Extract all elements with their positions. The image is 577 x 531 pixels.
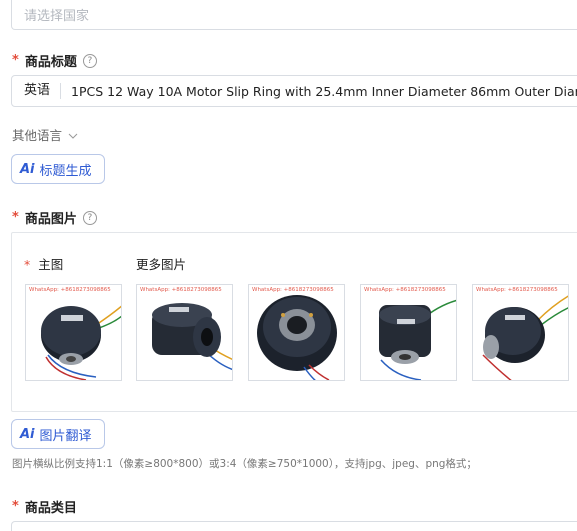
watermark: WhatsApp: +8618273098865: [476, 287, 558, 293]
required-mark: *: [24, 257, 31, 272]
ai-title-generate-label: 标题生成: [39, 163, 92, 179]
country-select-placeholder: 请选择国家: [24, 9, 90, 24]
title-label: 商品标题: [24, 55, 77, 70]
watermark: WhatsApp: +8618273098865: [252, 287, 334, 293]
help-icon[interactable]: ?: [82, 210, 97, 225]
more-image-thumbnail-1[interactable]: WhatsApp: +8618273098865: [136, 284, 233, 381]
more-image-thumbnail-2[interactable]: WhatsApp: +8618273098865: [248, 284, 345, 381]
ai-icon: Ai: [20, 426, 35, 442]
slip-ring-image: [482, 295, 568, 380]
country-select[interactable]: 请选择国家: [11, 0, 577, 30]
main-image-thumbnail[interactable]: WhatsApp: +8618273098865: [25, 284, 122, 381]
more-image-thumbnail-3[interactable]: WhatsApp: +8618273098865: [360, 284, 457, 381]
watermark: WhatsApp: +8618273098865: [140, 287, 222, 293]
category-select[interactable]: [11, 521, 577, 531]
ai-title-generate-button[interactable]: Ai 标题生成: [11, 154, 105, 184]
title-language: 英语: [12, 83, 62, 99]
required-mark: *: [12, 53, 19, 68]
watermark: WhatsApp: +8618273098865: [364, 287, 446, 293]
other-languages-toggle[interactable]: 其他语言: [12, 125, 78, 144]
image-format-hint: 图片横纵比例支持1:1（像素≥800*800）或3:4（像素≥750*1000）…: [12, 458, 477, 470]
more-images-label: 更多图片: [136, 257, 187, 272]
required-mark: *: [12, 210, 19, 225]
images-label: 商品图片: [24, 212, 77, 227]
chevron-down-icon: [68, 133, 78, 139]
ai-icon: Ai: [20, 161, 35, 177]
category-label-row: * 商品类目: [12, 497, 77, 516]
help-icon[interactable]: ?: [82, 53, 97, 68]
more-image-thumbnail-4[interactable]: WhatsApp: +8618273098865: [472, 284, 569, 381]
title-input[interactable]: 英语 1PCS 12 Way 10A Motor Slip Ring with …: [11, 75, 577, 107]
ai-image-translate-label: 图片翻译: [39, 428, 92, 444]
slip-ring-image: [152, 303, 232, 371]
slip-ring-image: [41, 305, 121, 380]
required-mark: *: [12, 499, 19, 514]
ai-image-translate-button[interactable]: Ai 图片翻译: [11, 419, 105, 449]
main-image-label-row: * 主图: [24, 254, 63, 273]
title-label-row: * 商品标题 ?: [12, 51, 97, 70]
other-languages-label: 其他语言: [12, 128, 63, 143]
slip-ring-image: [379, 299, 456, 380]
title-value[interactable]: 1PCS 12 Way 10A Motor Slip Ring with 25.…: [61, 84, 577, 99]
slip-ring-image: [257, 295, 337, 380]
category-label: 商品类目: [24, 501, 77, 516]
main-image-label: 主图: [38, 257, 64, 272]
images-label-row: * 商品图片 ?: [12, 208, 97, 227]
watermark: WhatsApp: +8618273098865: [29, 287, 111, 293]
